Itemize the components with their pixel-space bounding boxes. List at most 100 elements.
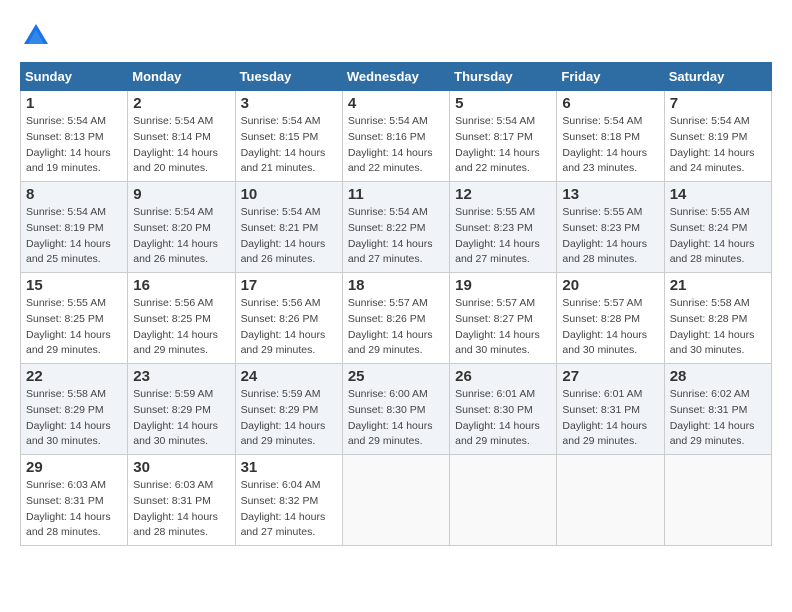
weekday-header: Tuesday xyxy=(235,63,342,91)
day-info: Sunrise: 5:54 AMSunset: 8:17 PMDaylight:… xyxy=(455,115,540,174)
calendar-cell: 2 Sunrise: 5:54 AMSunset: 8:14 PMDayligh… xyxy=(128,91,235,182)
day-info: Sunrise: 5:56 AMSunset: 8:25 PMDaylight:… xyxy=(133,297,218,356)
calendar-cell: 9 Sunrise: 5:54 AMSunset: 8:20 PMDayligh… xyxy=(128,182,235,273)
weekday-header: Thursday xyxy=(450,63,557,91)
day-number: 13 xyxy=(562,186,658,203)
calendar-cell: 12 Sunrise: 5:55 AMSunset: 8:23 PMDaylig… xyxy=(450,182,557,273)
day-number: 12 xyxy=(455,186,551,203)
day-info: Sunrise: 5:57 AMSunset: 8:28 PMDaylight:… xyxy=(562,297,647,356)
day-info: Sunrise: 6:01 AMSunset: 8:31 PMDaylight:… xyxy=(562,388,647,447)
calendar-cell: 3 Sunrise: 5:54 AMSunset: 8:15 PMDayligh… xyxy=(235,91,342,182)
weekday-header: Sunday xyxy=(21,63,128,91)
weekday-header: Wednesday xyxy=(342,63,449,91)
calendar-cell xyxy=(664,455,771,546)
calendar-cell: 23 Sunrise: 5:59 AMSunset: 8:29 PMDaylig… xyxy=(128,364,235,455)
day-info: Sunrise: 5:57 AMSunset: 8:27 PMDaylight:… xyxy=(455,297,540,356)
day-number: 7 xyxy=(670,95,766,112)
calendar-cell: 13 Sunrise: 5:55 AMSunset: 8:23 PMDaylig… xyxy=(557,182,664,273)
calendar-cell: 4 Sunrise: 5:54 AMSunset: 8:16 PMDayligh… xyxy=(342,91,449,182)
calendar-week-row: 8 Sunrise: 5:54 AMSunset: 8:19 PMDayligh… xyxy=(21,182,772,273)
day-number: 27 xyxy=(562,368,658,385)
calendar-cell: 24 Sunrise: 5:59 AMSunset: 8:29 PMDaylig… xyxy=(235,364,342,455)
day-number: 29 xyxy=(26,459,122,476)
calendar-cell: 28 Sunrise: 6:02 AMSunset: 8:31 PMDaylig… xyxy=(664,364,771,455)
calendar-cell: 21 Sunrise: 5:58 AMSunset: 8:28 PMDaylig… xyxy=(664,273,771,364)
calendar-cell: 14 Sunrise: 5:55 AMSunset: 8:24 PMDaylig… xyxy=(664,182,771,273)
day-info: Sunrise: 5:54 AMSunset: 8:16 PMDaylight:… xyxy=(348,115,433,174)
calendar-cell xyxy=(557,455,664,546)
weekday-header: Saturday xyxy=(664,63,771,91)
calendar-cell: 31 Sunrise: 6:04 AMSunset: 8:32 PMDaylig… xyxy=(235,455,342,546)
day-info: Sunrise: 6:04 AMSunset: 8:32 PMDaylight:… xyxy=(241,479,326,538)
header xyxy=(20,20,772,52)
day-info: Sunrise: 5:54 AMSunset: 8:21 PMDaylight:… xyxy=(241,206,326,265)
day-info: Sunrise: 6:03 AMSunset: 8:31 PMDaylight:… xyxy=(26,479,111,538)
day-number: 18 xyxy=(348,277,444,294)
calendar-cell: 1 Sunrise: 5:54 AMSunset: 8:13 PMDayligh… xyxy=(21,91,128,182)
day-info: Sunrise: 5:55 AMSunset: 8:24 PMDaylight:… xyxy=(670,206,755,265)
day-info: Sunrise: 5:54 AMSunset: 8:22 PMDaylight:… xyxy=(348,206,433,265)
day-number: 22 xyxy=(26,368,122,385)
calendar-cell: 17 Sunrise: 5:56 AMSunset: 8:26 PMDaylig… xyxy=(235,273,342,364)
day-info: Sunrise: 5:54 AMSunset: 8:18 PMDaylight:… xyxy=(562,115,647,174)
calendar-header-row: SundayMondayTuesdayWednesdayThursdayFrid… xyxy=(21,63,772,91)
calendar-cell: 19 Sunrise: 5:57 AMSunset: 8:27 PMDaylig… xyxy=(450,273,557,364)
day-number: 26 xyxy=(455,368,551,385)
day-info: Sunrise: 6:02 AMSunset: 8:31 PMDaylight:… xyxy=(670,388,755,447)
day-number: 8 xyxy=(26,186,122,203)
day-number: 20 xyxy=(562,277,658,294)
calendar-cell: 16 Sunrise: 5:56 AMSunset: 8:25 PMDaylig… xyxy=(128,273,235,364)
day-info: Sunrise: 5:55 AMSunset: 8:23 PMDaylight:… xyxy=(455,206,540,265)
day-number: 10 xyxy=(241,186,337,203)
calendar-cell: 26 Sunrise: 6:01 AMSunset: 8:30 PMDaylig… xyxy=(450,364,557,455)
day-info: Sunrise: 5:58 AMSunset: 8:28 PMDaylight:… xyxy=(670,297,755,356)
calendar-cell: 18 Sunrise: 5:57 AMSunset: 8:26 PMDaylig… xyxy=(342,273,449,364)
day-info: Sunrise: 5:58 AMSunset: 8:29 PMDaylight:… xyxy=(26,388,111,447)
day-info: Sunrise: 6:01 AMSunset: 8:30 PMDaylight:… xyxy=(455,388,540,447)
day-info: Sunrise: 5:54 AMSunset: 8:19 PMDaylight:… xyxy=(26,206,111,265)
day-info: Sunrise: 5:56 AMSunset: 8:26 PMDaylight:… xyxy=(241,297,326,356)
day-number: 24 xyxy=(241,368,337,385)
calendar-week-row: 1 Sunrise: 5:54 AMSunset: 8:13 PMDayligh… xyxy=(21,91,772,182)
calendar-cell: 8 Sunrise: 5:54 AMSunset: 8:19 PMDayligh… xyxy=(21,182,128,273)
calendar-week-row: 22 Sunrise: 5:58 AMSunset: 8:29 PMDaylig… xyxy=(21,364,772,455)
day-info: Sunrise: 5:57 AMSunset: 8:26 PMDaylight:… xyxy=(348,297,433,356)
day-number: 2 xyxy=(133,95,229,112)
calendar-week-row: 15 Sunrise: 5:55 AMSunset: 8:25 PMDaylig… xyxy=(21,273,772,364)
day-number: 21 xyxy=(670,277,766,294)
day-info: Sunrise: 5:59 AMSunset: 8:29 PMDaylight:… xyxy=(241,388,326,447)
day-info: Sunrise: 6:03 AMSunset: 8:31 PMDaylight:… xyxy=(133,479,218,538)
calendar-cell: 10 Sunrise: 5:54 AMSunset: 8:21 PMDaylig… xyxy=(235,182,342,273)
day-info: Sunrise: 5:54 AMSunset: 8:13 PMDaylight:… xyxy=(26,115,111,174)
calendar: SundayMondayTuesdayWednesdayThursdayFrid… xyxy=(20,62,772,546)
day-info: Sunrise: 5:54 AMSunset: 8:15 PMDaylight:… xyxy=(241,115,326,174)
day-number: 9 xyxy=(133,186,229,203)
day-info: Sunrise: 5:54 AMSunset: 8:14 PMDaylight:… xyxy=(133,115,218,174)
calendar-cell: 22 Sunrise: 5:58 AMSunset: 8:29 PMDaylig… xyxy=(21,364,128,455)
day-number: 23 xyxy=(133,368,229,385)
calendar-cell xyxy=(342,455,449,546)
weekday-header: Friday xyxy=(557,63,664,91)
day-info: Sunrise: 5:55 AMSunset: 8:25 PMDaylight:… xyxy=(26,297,111,356)
logo-icon xyxy=(20,20,52,52)
day-number: 30 xyxy=(133,459,229,476)
day-number: 31 xyxy=(241,459,337,476)
logo xyxy=(20,20,58,52)
day-number: 5 xyxy=(455,95,551,112)
day-number: 19 xyxy=(455,277,551,294)
calendar-cell: 29 Sunrise: 6:03 AMSunset: 8:31 PMDaylig… xyxy=(21,455,128,546)
calendar-week-row: 29 Sunrise: 6:03 AMSunset: 8:31 PMDaylig… xyxy=(21,455,772,546)
weekday-header: Monday xyxy=(128,63,235,91)
day-number: 4 xyxy=(348,95,444,112)
calendar-cell: 20 Sunrise: 5:57 AMSunset: 8:28 PMDaylig… xyxy=(557,273,664,364)
day-info: Sunrise: 6:00 AMSunset: 8:30 PMDaylight:… xyxy=(348,388,433,447)
calendar-cell: 27 Sunrise: 6:01 AMSunset: 8:31 PMDaylig… xyxy=(557,364,664,455)
day-number: 3 xyxy=(241,95,337,112)
calendar-cell: 15 Sunrise: 5:55 AMSunset: 8:25 PMDaylig… xyxy=(21,273,128,364)
calendar-cell xyxy=(450,455,557,546)
calendar-cell: 7 Sunrise: 5:54 AMSunset: 8:19 PMDayligh… xyxy=(664,91,771,182)
calendar-cell: 30 Sunrise: 6:03 AMSunset: 8:31 PMDaylig… xyxy=(128,455,235,546)
calendar-cell: 11 Sunrise: 5:54 AMSunset: 8:22 PMDaylig… xyxy=(342,182,449,273)
day-number: 11 xyxy=(348,186,444,203)
day-number: 28 xyxy=(670,368,766,385)
